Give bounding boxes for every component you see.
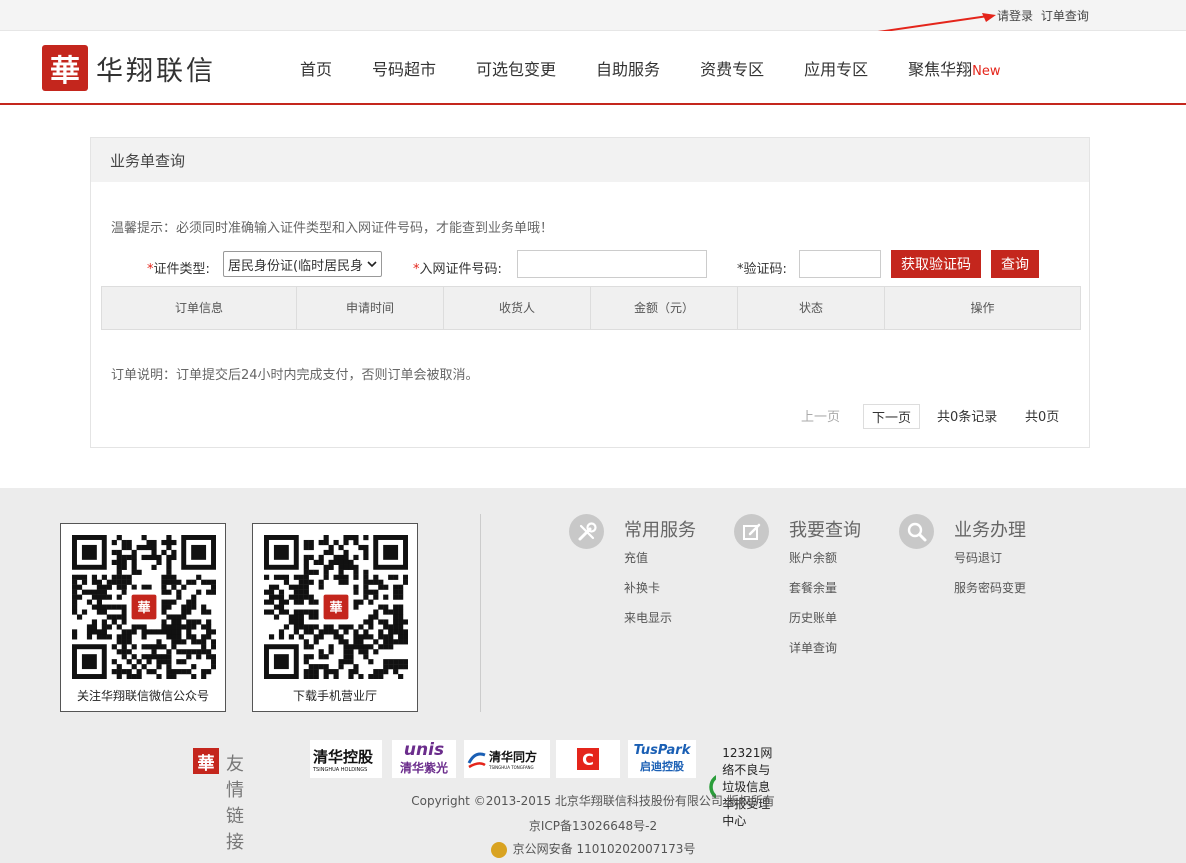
- col-apply-time: 申请时间: [297, 287, 444, 329]
- col-receiver: 收货人: [444, 287, 591, 329]
- main-nav: 首页 号码超市 可选包变更 自助服务 资费专区 应用专区 聚焦华翔New: [300, 56, 1000, 80]
- captcha-label: *验证码:: [737, 262, 787, 277]
- top-links: 请登录 订单查询: [997, 7, 1093, 24]
- svg-text:華: 華: [329, 600, 342, 616]
- qr-code-icon: 華: [264, 535, 408, 679]
- nav-package-change[interactable]: 可选包变更: [476, 56, 556, 80]
- logo-mark-small: 華: [193, 748, 219, 774]
- police-record: 京公网安备 11010202007173号: [0, 840, 1186, 858]
- link-bill-history[interactable]: 历史账单: [789, 609, 837, 626]
- link-thholdings[interactable]: 清华控股 TSINGHUA HOLDINGS: [310, 740, 382, 778]
- logo-text: 华翔联信: [96, 55, 216, 87]
- total-pages: 共0页: [1025, 410, 1060, 425]
- get-code-button[interactable]: 获取验证码: [891, 250, 981, 278]
- link-tongfang[interactable]: 清华同方 TSINGHUA TONGFANG: [464, 740, 550, 778]
- nav-self-service[interactable]: 自助服务: [596, 56, 660, 80]
- svg-text:華: 華: [137, 600, 150, 616]
- next-page-button[interactable]: 下一页: [863, 404, 921, 429]
- service-title: 业务办理: [954, 520, 1026, 541]
- tongfang-en: TSINGHUA TONGFANG: [489, 765, 534, 770]
- tongfang-cn: 清华同方: [489, 750, 538, 764]
- order-note: 订单说明：订单提交后24小时内完成支付，否则订单会被取消。: [111, 368, 479, 383]
- nav-home[interactable]: 首页: [300, 56, 332, 80]
- qr-code-icon: 華: [72, 535, 216, 679]
- panel-title: 业务单查询: [91, 138, 1089, 182]
- order-query-link[interactable]: 订单查询: [1041, 9, 1089, 23]
- query-button[interactable]: 查询: [991, 250, 1039, 278]
- app-qr-card: 華 下载手机营业厅: [252, 523, 418, 712]
- site-footer: 華 关注华翔联信微信公众号 華 下载手机营业厅 常用服务 充值 补换卡 来电显示…: [0, 488, 1186, 863]
- partner-c-logo-icon: C: [577, 748, 599, 770]
- login-link[interactable]: 请登录: [997, 9, 1033, 23]
- service-title: 我要查询: [789, 520, 861, 541]
- col-amount: 金额（元）: [591, 287, 738, 329]
- link-replace-card[interactable]: 补换卡: [624, 579, 660, 596]
- query-form: *证件类型: 居民身份证(临时居民身 *入网证件号码: *验证码: 获取验证码 …: [91, 250, 1091, 280]
- col-action: 操作: [970, 301, 995, 315]
- link-caller-id[interactable]: 来电显示: [624, 609, 672, 626]
- id-type-select[interactable]: 居民身份证(临时居民身: [223, 251, 382, 277]
- nav-tariff-zone[interactable]: 资费专区: [700, 56, 764, 80]
- thholdings-en: TSINGHUA HOLDINGS: [313, 766, 368, 773]
- link-unis[interactable]: unis 清华紫光: [392, 740, 456, 778]
- logo-mark: 華: [42, 45, 88, 91]
- police-badge-icon: [490, 841, 507, 858]
- tuspark-en: TusPark: [633, 743, 691, 758]
- footer-divider: [480, 514, 481, 712]
- unis-en: unis: [403, 740, 445, 760]
- nav-focus-label: 聚焦华翔: [908, 60, 973, 79]
- service-title: 常用服务: [624, 520, 696, 541]
- copyright: Copyright ©2013-2015 北京华翔联信科技股份有限公司 版权所有: [411, 794, 775, 808]
- link-balance[interactable]: 账户余额: [789, 549, 837, 566]
- nav-app-zone[interactable]: 应用专区: [804, 56, 868, 80]
- link-recharge[interactable]: 充值: [624, 549, 648, 566]
- id-number-input[interactable]: [517, 250, 707, 278]
- site-logo[interactable]: 華 华翔联信: [42, 45, 216, 91]
- id-type-value: 居民身份证(临时居民身: [228, 258, 364, 274]
- prev-page-button[interactable]: 上一页: [801, 406, 840, 425]
- tongfang-logo-icon: [467, 752, 486, 769]
- top-bar: 请登录 订单查询: [0, 0, 1186, 31]
- tools-icon: [569, 514, 604, 549]
- nav-focus[interactable]: 聚焦华翔New: [908, 56, 1000, 80]
- link-package-remaining[interactable]: 套餐余量: [789, 579, 837, 596]
- captcha-input[interactable]: [799, 250, 881, 278]
- link-unsubscribe[interactable]: 号码退订: [954, 549, 1002, 566]
- edit-icon: [734, 514, 769, 549]
- link-change-password[interactable]: 服务密码变更: [954, 579, 1026, 596]
- id-type-label: *证件类型:: [147, 262, 210, 277]
- tuspark-cn: 启迪控股: [640, 760, 684, 773]
- link-partner-c[interactable]: C: [556, 740, 620, 778]
- site-header: 華 华翔联信 首页 号码超市 可选包变更 自助服务 资费专区 应用专区 聚焦华翔…: [0, 31, 1186, 105]
- nav-number-market[interactable]: 号码超市: [372, 56, 436, 80]
- unis-cn: 清华紫光: [399, 761, 448, 775]
- order-query-panel: 业务单查询 温馨提示：必须同时准确输入证件类型和入网证件号码，才能查到业务单哦！…: [90, 137, 1090, 448]
- thholdings-cn: 清华控股: [313, 747, 374, 766]
- new-badge: New: [972, 64, 1001, 79]
- link-detail-query[interactable]: 详单查询: [789, 639, 837, 656]
- id-number-label: *入网证件号码:: [413, 262, 502, 277]
- qr-caption: 下载手机营业厅: [292, 689, 377, 703]
- police-record-text: 京公网安备 11010202007173号: [512, 842, 696, 856]
- icp-number: 京ICP备13026648号-2: [528, 819, 658, 833]
- wechat-qr-card: 華 关注华翔联信微信公众号: [60, 523, 226, 712]
- col-status: 状态: [738, 287, 885, 329]
- search-icon: [899, 514, 934, 549]
- qr-caption: 关注华翔联信微信公众号: [76, 689, 209, 703]
- total-records: 共0条记录: [937, 410, 998, 425]
- col-order-info: 订单信息: [102, 287, 297, 329]
- hint-text: 温馨提示：必须同时准确输入证件类型和入网证件号码，才能查到业务单哦！: [111, 221, 554, 236]
- link-tuspark[interactable]: TusPark 启迪控股: [628, 740, 696, 778]
- chevron-down-icon: [367, 261, 377, 268]
- order-table-header: 订单信息 申请时间 收货人 金额（元） 状态 操作: [101, 286, 1081, 330]
